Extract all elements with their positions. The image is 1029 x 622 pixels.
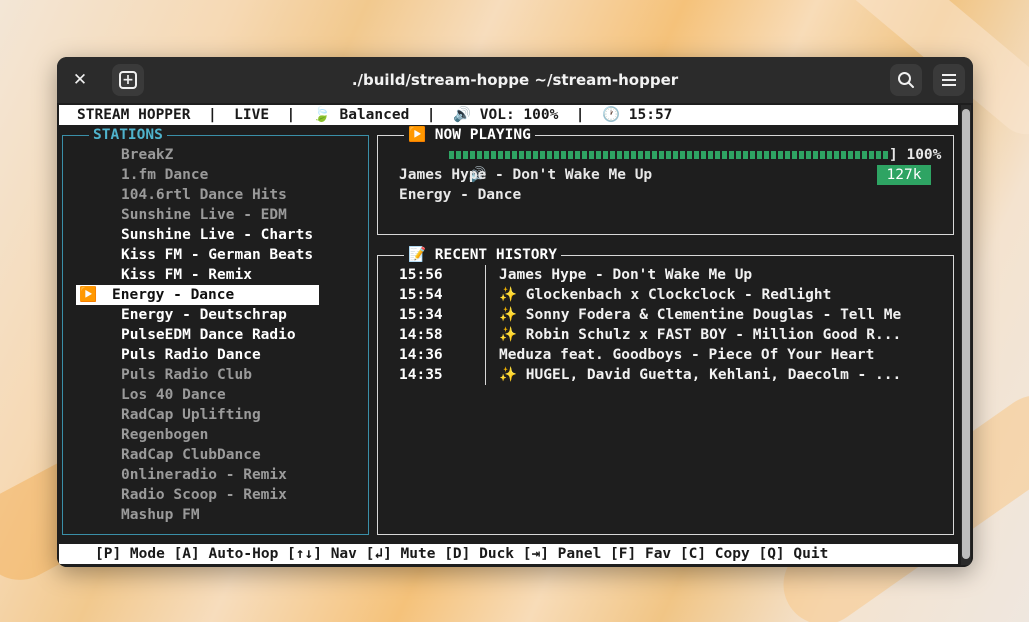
history-track: ✨ HUGEL, David Guetta, Kehlani, Daecolm … <box>499 365 901 385</box>
station-item[interactable]: Radio Scoop - Remix <box>63 485 368 505</box>
bitrate-badge: 127k <box>877 165 931 185</box>
history-time: 15:56 <box>399 267 443 283</box>
history-row[interactable]: 15:56 James Hype - Don't Wake Me Up <box>378 265 953 285</box>
station-item[interactable]: 104.6rtl Dance Hits <box>63 185 368 205</box>
volume-readout: ] 100% <box>889 147 942 163</box>
station-item[interactable]: Sunshine Live - Charts <box>63 225 368 245</box>
recent-history-title: 📝 RECENT HISTORY <box>404 246 562 264</box>
sparkle-icon: ✨ <box>499 307 526 323</box>
station-item[interactable]: Regenbogen <box>63 425 368 445</box>
terminal-content[interactable]: STREAM HOPPER | LIVE | 🍃 Balanced | 🔊 VO… <box>57 103 973 567</box>
station-item[interactable]: Kiss FM - Remix <box>63 265 368 285</box>
history-track: ✨ Robin Schulz x FAST BOY - Million Good… <box>499 325 901 345</box>
terminal-window: ✕ + ./build/stream-hoppe ~/stream-hopper… <box>57 57 973 567</box>
history-track-title: Robin Schulz x FAST BOY - Million Good R… <box>525 327 902 343</box>
station-item[interactable]: RadCap ClubDance <box>63 445 368 465</box>
station-item[interactable]: 1.fm Dance <box>63 165 368 185</box>
station-item[interactable]: Energy - Deutschrap <box>63 305 368 325</box>
search-button[interactable] <box>890 64 922 96</box>
volume-meter <box>449 151 889 159</box>
now-playing-station: Energy - Dance <box>399 187 522 203</box>
scrollbar-thumb[interactable] <box>962 109 970 559</box>
status-bar: STREAM HOPPER | LIVE | 🍃 Balanced | 🔊 VO… <box>59 105 958 125</box>
history-track-title: James Hype - Don't Wake Me Up <box>499 267 753 283</box>
station-item[interactable]: Puls Radio Club <box>63 365 368 385</box>
window-title: ./build/stream-hoppe ~/stream-hopper <box>351 71 679 89</box>
sparkle-icon: ✨ <box>499 327 526 343</box>
history-track-title: Sonny Fodera & Clementine Douglas - Tell… <box>525 307 902 323</box>
history-track: ✨ Sonny Fodera & Clementine Douglas - Te… <box>499 305 901 325</box>
history-track-title: Glockenbach x Clockclock - Redlight <box>525 287 832 303</box>
history-row[interactable]: 14:35 ✨ HUGEL, David Guetta, Kehlani, Dae… <box>378 365 953 385</box>
play-indicator-icon: ▶️ <box>78 287 98 303</box>
now-playing-track: James Hype - Don't Wake Me Up <box>399 167 653 183</box>
history-list[interactable]: 15:56 James Hype - Don't Wake Me Up 15:54 ✨… <box>378 265 953 385</box>
station-item[interactable]: Sunshine Live - EDM <box>63 205 368 225</box>
station-item[interactable]: Puls Radio Dance <box>63 345 368 365</box>
keybinding-footer: [P] Mode [A] Auto-Hop [↑↓] Nav [↲] Mute … <box>59 544 958 564</box>
station-item[interactable]: RadCap Uplifting <box>63 405 368 425</box>
history-row[interactable]: 15:34 ✨ Sonny Fodera & Clementine Douglas… <box>378 305 953 325</box>
station-item[interactable]: Mashup FM <box>63 505 368 525</box>
history-row[interactable]: 15:54 ✨ Glockenbach x Clockclock - Redlig… <box>378 285 953 305</box>
station-item-selected[interactable]: ▶️ Energy - Dance <box>76 285 319 305</box>
now-playing-title: ▶️ NOW PLAYING <box>404 126 535 144</box>
history-time: 14:36 <box>399 347 443 363</box>
station-item[interactable]: 0nlineradio - Remix <box>63 465 368 485</box>
history-row[interactable]: 14:36 Meduza feat. Goodboys - Piece Of Yo… <box>378 345 953 365</box>
window-titlebar: ✕ + ./build/stream-hoppe ~/stream-hopper <box>57 57 973 103</box>
history-time: 15:54 <box>399 287 443 303</box>
stations-panel[interactable]: STATIONS BreakZ 1.fm Dance 104.6rtl Dance … <box>62 126 369 535</box>
scrollbar[interactable] <box>961 105 971 565</box>
history-track-title: Meduza feat. Goodboys - Piece Of Your He… <box>499 347 875 363</box>
station-item[interactable]: PulseEDM Dance Radio <box>63 325 368 345</box>
history-time: 14:35 <box>399 367 443 383</box>
station-item[interactable]: BreakZ <box>63 145 368 165</box>
history-row[interactable]: 14:58 ✨ Robin Schulz x FAST BOY - Million… <box>378 325 953 345</box>
station-list[interactable]: BreakZ 1.fm Dance 104.6rtl Dance Hits Sunsh… <box>63 145 368 525</box>
sparkle-icon: ✨ <box>499 367 526 383</box>
station-item[interactable]: Kiss FM - German Beats <box>63 245 368 265</box>
menu-button[interactable] <box>933 64 965 96</box>
station-label: Energy - Dance <box>112 287 235 303</box>
sparkle-icon: ✨ <box>499 287 526 303</box>
history-track-title: HUGEL, David Guetta, Kehlani, Daecolm - … <box>525 367 902 383</box>
station-item[interactable]: Los 40 Dance <box>63 385 368 405</box>
history-track: Meduza feat. Goodboys - Piece Of Your He… <box>499 345 874 365</box>
stations-panel-title: STATIONS <box>89 126 167 144</box>
recent-history-panel[interactable]: 📝 RECENT HISTORY 15:56 James Hype - Don't… <box>377 246 954 535</box>
search-icon <box>898 72 914 88</box>
hamburger-menu-icon <box>942 74 956 86</box>
history-time: 15:34 <box>399 307 443 323</box>
history-track: ✨ Glockenbach x Clockclock - Redlight <box>499 285 831 305</box>
history-time: 14:58 <box>399 327 443 343</box>
history-track: James Hype - Don't Wake Me Up <box>499 265 752 285</box>
volume-row: 🔊 ] 100% <box>399 145 942 183</box>
now-playing-panel: ▶️ NOW PLAYING 🔊 ] 100% James Hype - Don… <box>377 126 954 235</box>
